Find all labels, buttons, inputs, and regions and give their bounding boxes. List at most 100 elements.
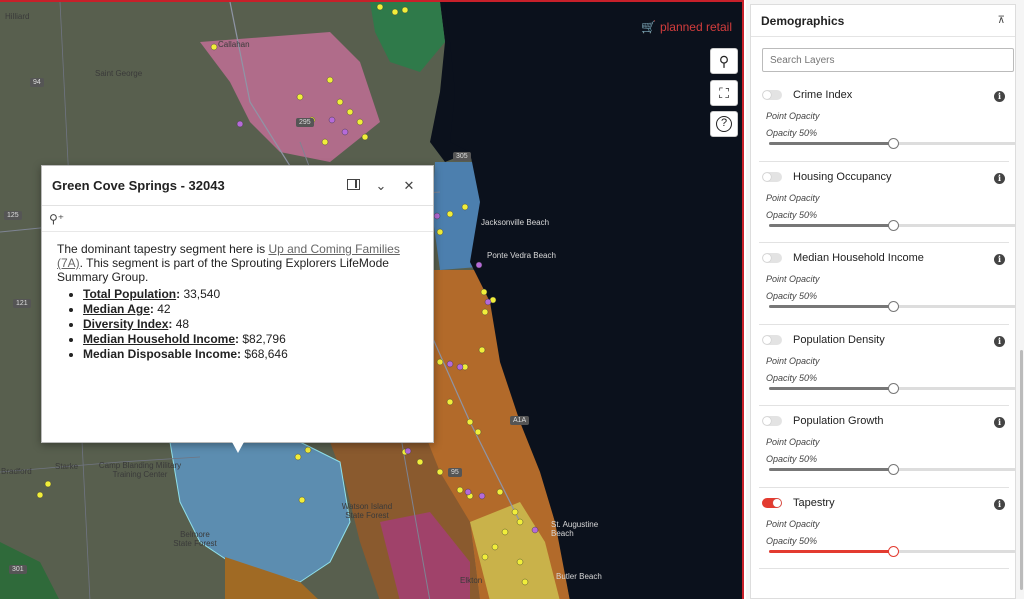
layer-toggle[interactable] xyxy=(762,90,782,100)
stat-item: Median Household Income: $82,796 xyxy=(83,332,418,347)
stat-label[interactable]: Diversity Index xyxy=(83,317,168,331)
map-label: Starke xyxy=(55,462,79,471)
stat-label: Median Disposable Income xyxy=(83,347,238,361)
stat-value: 33,540 xyxy=(183,287,221,301)
map-label: Bradford xyxy=(1,467,32,476)
map-label: Belmore State Forest xyxy=(173,530,217,548)
layer-toggle[interactable] xyxy=(762,334,782,345)
route-shield: A1A xyxy=(510,416,530,425)
popup-intro: The dominant tapestry segment here is xyxy=(57,242,269,256)
popup-toolbar: ⚲⁺ xyxy=(42,206,433,232)
route-shield: 305 xyxy=(453,152,471,161)
search-map-button[interactable]: ⚲ xyxy=(710,48,738,74)
popup-description: The dominant tapestry segment here is Up… xyxy=(57,242,418,284)
opacity-label: Opacity 50% xyxy=(766,291,818,301)
opacity-label: Opacity 50% xyxy=(766,535,818,546)
panel-header[interactable]: Demographics ⊼ xyxy=(751,5,1015,37)
opacity-slider[interactable] xyxy=(769,301,1016,312)
layer-row: Tapestry i Point Opacity Opacity 50% xyxy=(759,488,1016,569)
opacity-slider[interactable] xyxy=(769,219,1016,231)
map-label: Callahan xyxy=(218,40,250,49)
brand-name: planned retail xyxy=(659,20,732,34)
layer-name: Tapestry xyxy=(793,496,835,509)
info-icon[interactable]: i xyxy=(994,417,1005,428)
sidebar-scrollbar[interactable] xyxy=(1020,350,1023,590)
popup-pointer xyxy=(232,442,244,453)
map-label: Elkton xyxy=(460,576,483,585)
point-opacity-label: Point Opacity xyxy=(766,192,820,203)
opacity-slider[interactable] xyxy=(769,138,1016,149)
chevron-down-icon: ⌄ xyxy=(375,177,387,193)
fullscreen-icon: ⛶ xyxy=(719,84,729,101)
layer-name: Housing Occupancy xyxy=(793,170,892,183)
stat-item: Diversity Index: 48 xyxy=(83,317,418,332)
stat-label[interactable]: Median Age xyxy=(83,302,150,316)
layer-row: Crime Index i Point Opacity Opacity 50% xyxy=(759,80,1016,162)
zoom-in-icon[interactable]: ⚲⁺ xyxy=(49,212,64,226)
info-icon[interactable]: i xyxy=(994,172,1005,184)
point-opacity-label: Point Opacity xyxy=(766,437,820,447)
map-label: Ponte Vedra Beach xyxy=(487,251,556,260)
opacity-slider[interactable] xyxy=(769,545,1016,557)
route-shield: 301 xyxy=(9,565,27,574)
info-icon[interactable]: i xyxy=(994,91,1005,102)
route-shield: 125 xyxy=(4,211,22,220)
route-shield: 94 xyxy=(30,78,44,87)
route-shield: 295 xyxy=(296,118,314,127)
collapse-up-icon[interactable]: ⊼ xyxy=(998,15,1005,26)
stat-item: Total Population: 33,540 xyxy=(83,287,418,302)
stat-value: 48 xyxy=(175,317,190,331)
slider-thumb[interactable] xyxy=(887,382,899,394)
point-opacity-label: Point Opacity xyxy=(766,274,820,284)
info-popup: Green Cove Springs - 32043 ⌄ ✕ ⚲⁺ The do… xyxy=(41,165,434,443)
slider-thumb[interactable] xyxy=(887,545,899,557)
point-opacity-label: Point Opacity xyxy=(766,355,820,366)
map-view[interactable]: Callahan Saint George Hilliard Jacksonvi… xyxy=(0,0,744,599)
slider-thumb[interactable] xyxy=(887,138,899,149)
demographics-panel: Demographics ⊼ Crime Index i Point Opacity… xyxy=(750,4,1016,599)
opacity-label: Opacity 50% xyxy=(766,372,818,383)
sidebar: Demographics ⊼ Crime Index i Point Opacity… xyxy=(746,0,1024,599)
help-button[interactable]: ? xyxy=(710,111,738,137)
layer-toggle[interactable] xyxy=(762,253,782,263)
fullscreen-button[interactable]: ⛶ xyxy=(710,80,738,106)
info-icon[interactable]: i xyxy=(994,335,1005,347)
opacity-slider[interactable] xyxy=(769,382,1016,394)
help-icon: ? xyxy=(716,116,732,132)
slider-thumb[interactable] xyxy=(887,219,899,231)
dock-button[interactable] xyxy=(339,178,367,193)
slider-thumb[interactable] xyxy=(887,301,899,312)
layer-row: Population Density i Point Opacity Opacity … xyxy=(759,325,1016,406)
map-label: Saint George xyxy=(95,69,143,78)
dock-icon xyxy=(346,179,360,190)
info-icon[interactable]: i xyxy=(994,498,1005,510)
popup-body: The dominant tapestry segment here is Up… xyxy=(42,232,433,372)
slider-fill xyxy=(769,549,893,553)
popup-header: Green Cove Springs - 32043 ⌄ ✕ xyxy=(42,166,433,206)
layer-toggle[interactable] xyxy=(762,416,782,426)
slider-fill xyxy=(769,386,893,390)
layer-row: Housing Occupancy i Point Opacity Opacity 5… xyxy=(759,162,1016,243)
map-label: St. Augustine Beach xyxy=(551,520,599,538)
stat-value: 42 xyxy=(157,302,171,316)
slider-fill xyxy=(769,468,893,471)
collapse-button[interactable]: ⌄ xyxy=(367,178,395,194)
info-icon[interactable]: i xyxy=(994,254,1005,265)
route-shield: 95 xyxy=(448,468,462,477)
popup-outro: . This segment is part of the Sprouting … xyxy=(57,256,389,284)
stat-label[interactable]: Median Household Income xyxy=(83,332,235,346)
layer-toggle[interactable] xyxy=(762,497,782,508)
route-shield: 121 xyxy=(13,299,31,308)
slider-thumb[interactable] xyxy=(887,464,899,475)
stat-label[interactable]: Total Population xyxy=(83,287,176,301)
brand-logo: 🛒 planned retail xyxy=(641,20,732,34)
close-button[interactable]: ✕ xyxy=(395,178,423,194)
layer-row: Median Household Income i Point Opacity Opa… xyxy=(759,243,1016,325)
layer-list: Crime Index i Point Opacity Opacity 50% Hous… xyxy=(751,80,1016,569)
opacity-slider[interactable] xyxy=(769,464,1016,475)
stat-item: Median Age: 42 xyxy=(83,302,418,317)
app-root: Callahan Saint George Hilliard Jacksonvi… xyxy=(0,0,1024,599)
layer-search-input[interactable] xyxy=(762,48,1014,72)
layer-toggle[interactable] xyxy=(762,171,782,182)
shopping-cart-icon: 🛒 xyxy=(640,20,656,34)
